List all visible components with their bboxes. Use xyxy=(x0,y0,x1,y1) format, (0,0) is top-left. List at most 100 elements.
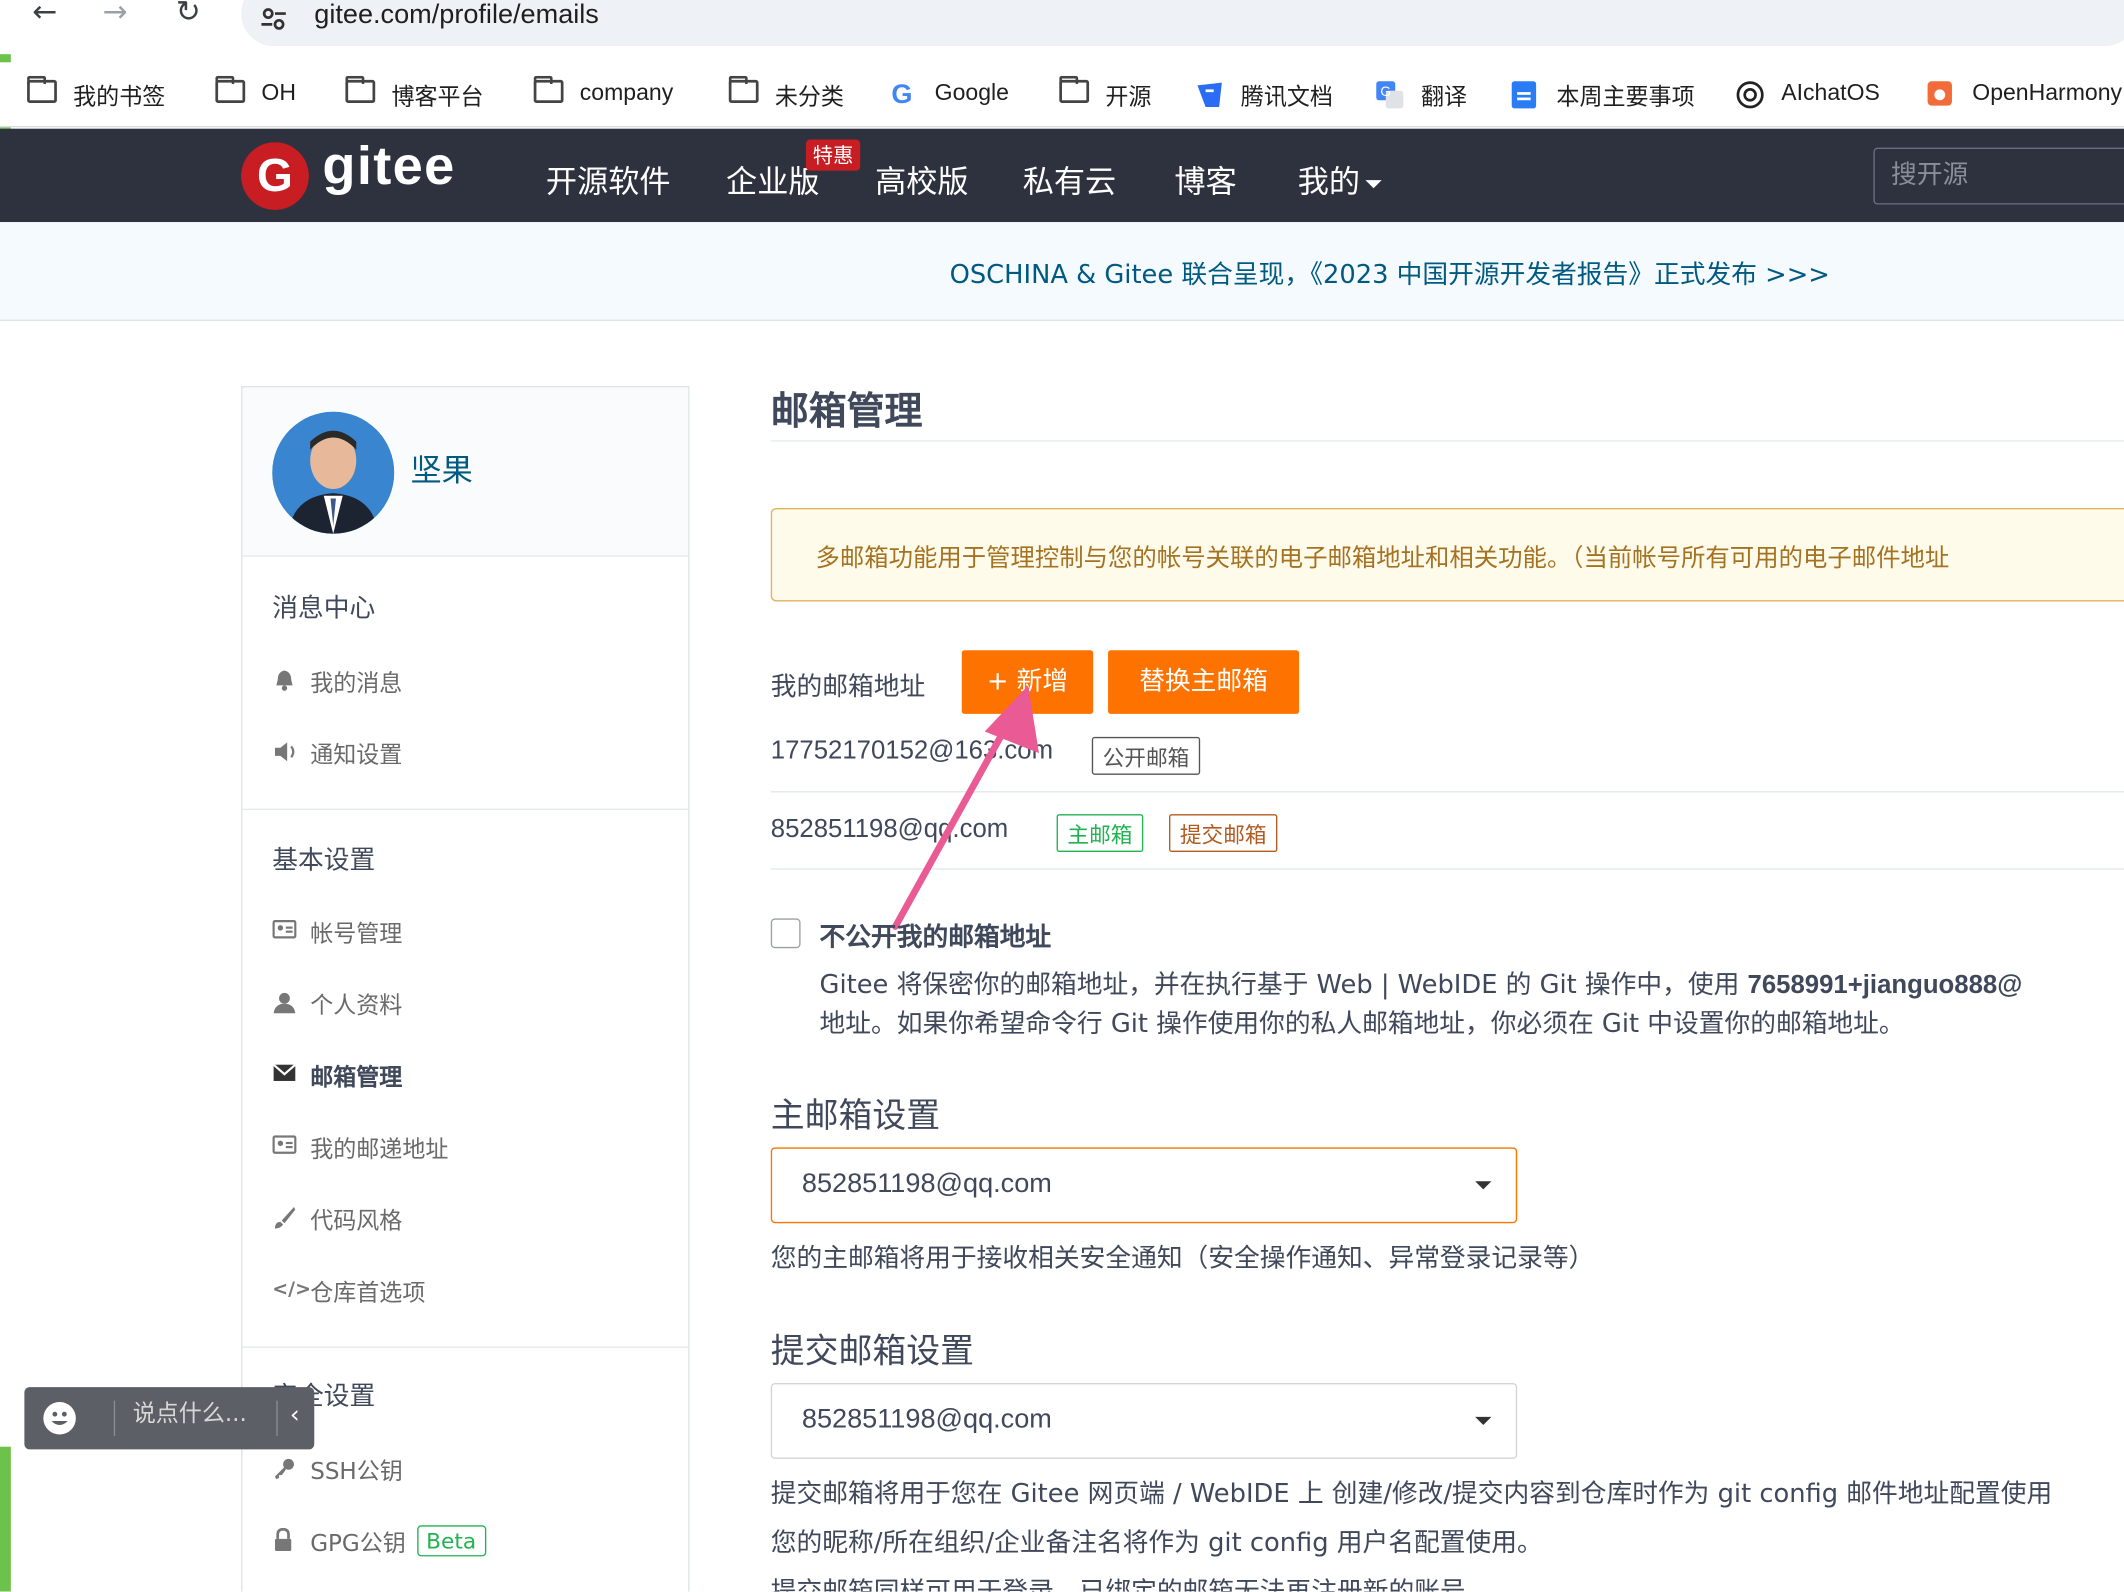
back-icon[interactable]: ← xyxy=(24,0,65,33)
sidebar-item-account[interactable]: 帐号管理 xyxy=(272,913,402,948)
primary-email-select[interactable]: 852851198@qq.com xyxy=(770,1147,1518,1224)
commit-email-heading: 提交邮箱设置 xyxy=(770,1331,974,1371)
chevron-down-icon xyxy=(1365,179,1382,188)
url-text[interactable]: gitee.com/profile/emails xyxy=(314,0,599,31)
commit-email-value: 852851198@qq.com xyxy=(801,1404,1052,1435)
nav-open-source[interactable]: 开源软件 xyxy=(546,156,671,202)
avatar[interactable] xyxy=(272,411,395,534)
bookmark-folder[interactable]: OH xyxy=(215,75,296,111)
speaker-icon xyxy=(272,740,296,764)
noreply-email: 7658991+jianguo888@ xyxy=(1747,971,2023,1000)
bookmark-label: OH xyxy=(261,79,296,106)
bookmark-weekly[interactable]: 本周主要事项 xyxy=(1510,76,1695,111)
profile-card: 坚果 xyxy=(242,387,689,557)
sidebar-item-ssh-keys[interactable]: SSH公钥 xyxy=(272,1451,403,1486)
id-card-icon xyxy=(272,918,297,942)
sidebar-item-label: 帐号管理 xyxy=(310,920,403,948)
divider xyxy=(113,1400,116,1436)
bookmark-google[interactable]: G Google xyxy=(891,76,1009,111)
commit-email-help-3: 提交邮箱同样可用于登录，已绑定的邮箱无法再注册新的账号。 xyxy=(770,1576,1492,1592)
notice-text: 多邮箱功能用于管理控制与您的帐号关联的电子邮箱地址和相关功能。（当前帐号所有可用… xyxy=(815,544,1950,573)
bookmark-folder[interactable]: 我的书签 xyxy=(27,75,166,111)
sidebar-item-label: SSH公钥 xyxy=(310,1458,403,1486)
bookmark-label: 本周主要事项 xyxy=(1556,83,1695,110)
bookmark-aichatos[interactable]: AIchatOS xyxy=(1735,76,1880,111)
address-card-icon xyxy=(272,1134,297,1158)
site-header: G gitee 开源软件 企业版 特惠 高校版 私有云 博客 我的 xyxy=(0,128,2124,223)
folder-icon xyxy=(1059,75,1090,103)
hide-email-label[interactable]: 不公开我的邮箱地址 xyxy=(820,917,1052,954)
replace-primary-email-button[interactable]: 替换主邮箱 xyxy=(1108,650,1300,714)
primary-email-help: 您的主邮箱将用于接收相关安全通知（安全操作通知、异常登录记录等） xyxy=(770,1243,1595,1274)
reload-icon[interactable]: ↻ xyxy=(168,0,209,33)
promo-badge: 特惠 xyxy=(805,139,861,171)
bookmark-label: 我的书签 xyxy=(73,83,166,110)
bookmark-label: company xyxy=(579,79,674,106)
sidebar-item-my-messages[interactable]: 我的消息 xyxy=(272,662,402,697)
chat-widget: ‹ xyxy=(24,1387,315,1450)
key-icon xyxy=(272,1456,296,1480)
nav-mine-label: 我的 xyxy=(1297,165,1361,201)
bookmark-openharmony[interactable]: OpenHarmony xyxy=(1926,76,2122,111)
nav-education[interactable]: 高校版 xyxy=(875,156,968,202)
bookmark-folder[interactable]: 未分类 xyxy=(728,75,844,111)
sidebar-item-email-management[interactable]: 邮箱管理 xyxy=(272,1057,402,1092)
nav-private-cloud[interactable]: 私有云 xyxy=(1023,156,1116,202)
bookmark-label: AIchatOS xyxy=(1781,79,1880,106)
commit-email-help-2: 您的昵称/所在组织/企业备注名将作为 git config 用户名配置使用。 xyxy=(770,1527,1543,1558)
nav-mine[interactable]: 我的 xyxy=(1298,156,1382,202)
svg-text:G: G xyxy=(1380,84,1391,99)
sidebar-item-label: 我的消息 xyxy=(310,669,403,697)
page-title: 邮箱管理 xyxy=(770,388,923,434)
user-icon xyxy=(272,990,296,1014)
bookmark-folder[interactable]: 博客平台 xyxy=(345,75,484,111)
nav-blog[interactable]: 博客 xyxy=(1174,156,1236,202)
commit-email-badge: 提交邮箱 xyxy=(1169,814,1278,853)
divider xyxy=(242,808,689,811)
folder-icon xyxy=(27,75,57,103)
bookmark-translate[interactable]: G 翻译 xyxy=(1375,76,1467,111)
info-notice: 多邮箱功能用于管理控制与您的帐号关联的电子邮箱地址和相关功能。（当前帐号所有可用… xyxy=(770,507,2124,602)
section-basic-settings: 基本设置 xyxy=(272,845,376,876)
announcement-link[interactable]: OSCHINA & Gitee 联合呈现，《2023 中国开源开发者报告》正式发… xyxy=(950,255,1830,292)
sidebar-item-profile[interactable]: 个人资料 xyxy=(272,985,402,1020)
tencent-docs-icon xyxy=(1195,80,1228,108)
search-input[interactable] xyxy=(1874,149,2124,201)
bookmark-folder[interactable]: company xyxy=(533,75,674,111)
sidebar-item-repo-preferences[interactable]: </> 仓库首选项 xyxy=(272,1272,425,1307)
forward-icon[interactable]: → xyxy=(95,0,136,33)
bookmark-folder[interactable]: 开源 xyxy=(1059,75,1151,111)
divider xyxy=(276,1400,278,1436)
sidebar-item-gpg-keys[interactable]: GPG公钥 Beta xyxy=(272,1523,486,1558)
sidebar-item-postal-address[interactable]: 我的邮递地址 xyxy=(272,1128,448,1163)
user-name[interactable]: 坚果 xyxy=(410,444,472,490)
sidebar-item-label: 邮箱管理 xyxy=(310,1064,403,1092)
smiley-icon[interactable] xyxy=(43,1402,76,1435)
hide-email-description-2: 地址。如果你希望命令行 Git 操作使用你的私人邮箱地址，你必须在 Git 中设… xyxy=(819,1009,1905,1039)
sidebar-item-label: 我的邮递地址 xyxy=(310,1135,449,1163)
page: ← → ↻ gitee.com/profile/emails 我的书签 OH 博… xyxy=(0,0,2124,1592)
gitee-logo[interactable]: G xyxy=(241,142,309,210)
dropdown-icon xyxy=(1475,1416,1492,1426)
primary-email-heading: 主邮箱设置 xyxy=(770,1095,941,1136)
sidebar-item-label: 代码风格 xyxy=(310,1207,403,1235)
brush-icon xyxy=(272,1206,296,1230)
bookmark-tencent-docs[interactable]: 腾讯文档 xyxy=(1195,76,1333,111)
site-settings-icon[interactable] xyxy=(260,5,287,32)
address-bar[interactable]: gitee.com/profile/emails xyxy=(241,0,2124,47)
chevron-left-icon[interactable]: ‹ xyxy=(290,1401,300,1429)
sidebar-item-notification-settings[interactable]: 通知设置 xyxy=(272,734,402,769)
brand-name[interactable]: gitee xyxy=(322,137,455,198)
search-box[interactable] xyxy=(1873,147,2124,205)
sidebar-item-label: 仓库首选项 xyxy=(310,1279,426,1307)
commit-email-select[interactable]: 852851198@qq.com xyxy=(770,1383,1518,1459)
sidebar-item-code-style[interactable]: 代码风格 xyxy=(272,1200,402,1235)
window-edge xyxy=(0,1446,11,1592)
envelope-icon xyxy=(272,1062,297,1086)
commit-email-help: 提交邮箱将用于您在 Gitee 网页端 / WebIDE 上 创建/修改/提交内… xyxy=(770,1479,2053,1510)
bookmark-label: 博客平台 xyxy=(391,83,484,110)
hide-email-checkbox[interactable] xyxy=(770,918,801,949)
description-text: Gitee 将保密你的邮箱地址，并在执行基于 Web | WebIDE 的 Gi… xyxy=(819,969,1748,1000)
chat-input[interactable] xyxy=(132,1400,269,1428)
bookmark-label: 腾讯文档 xyxy=(1240,83,1333,110)
